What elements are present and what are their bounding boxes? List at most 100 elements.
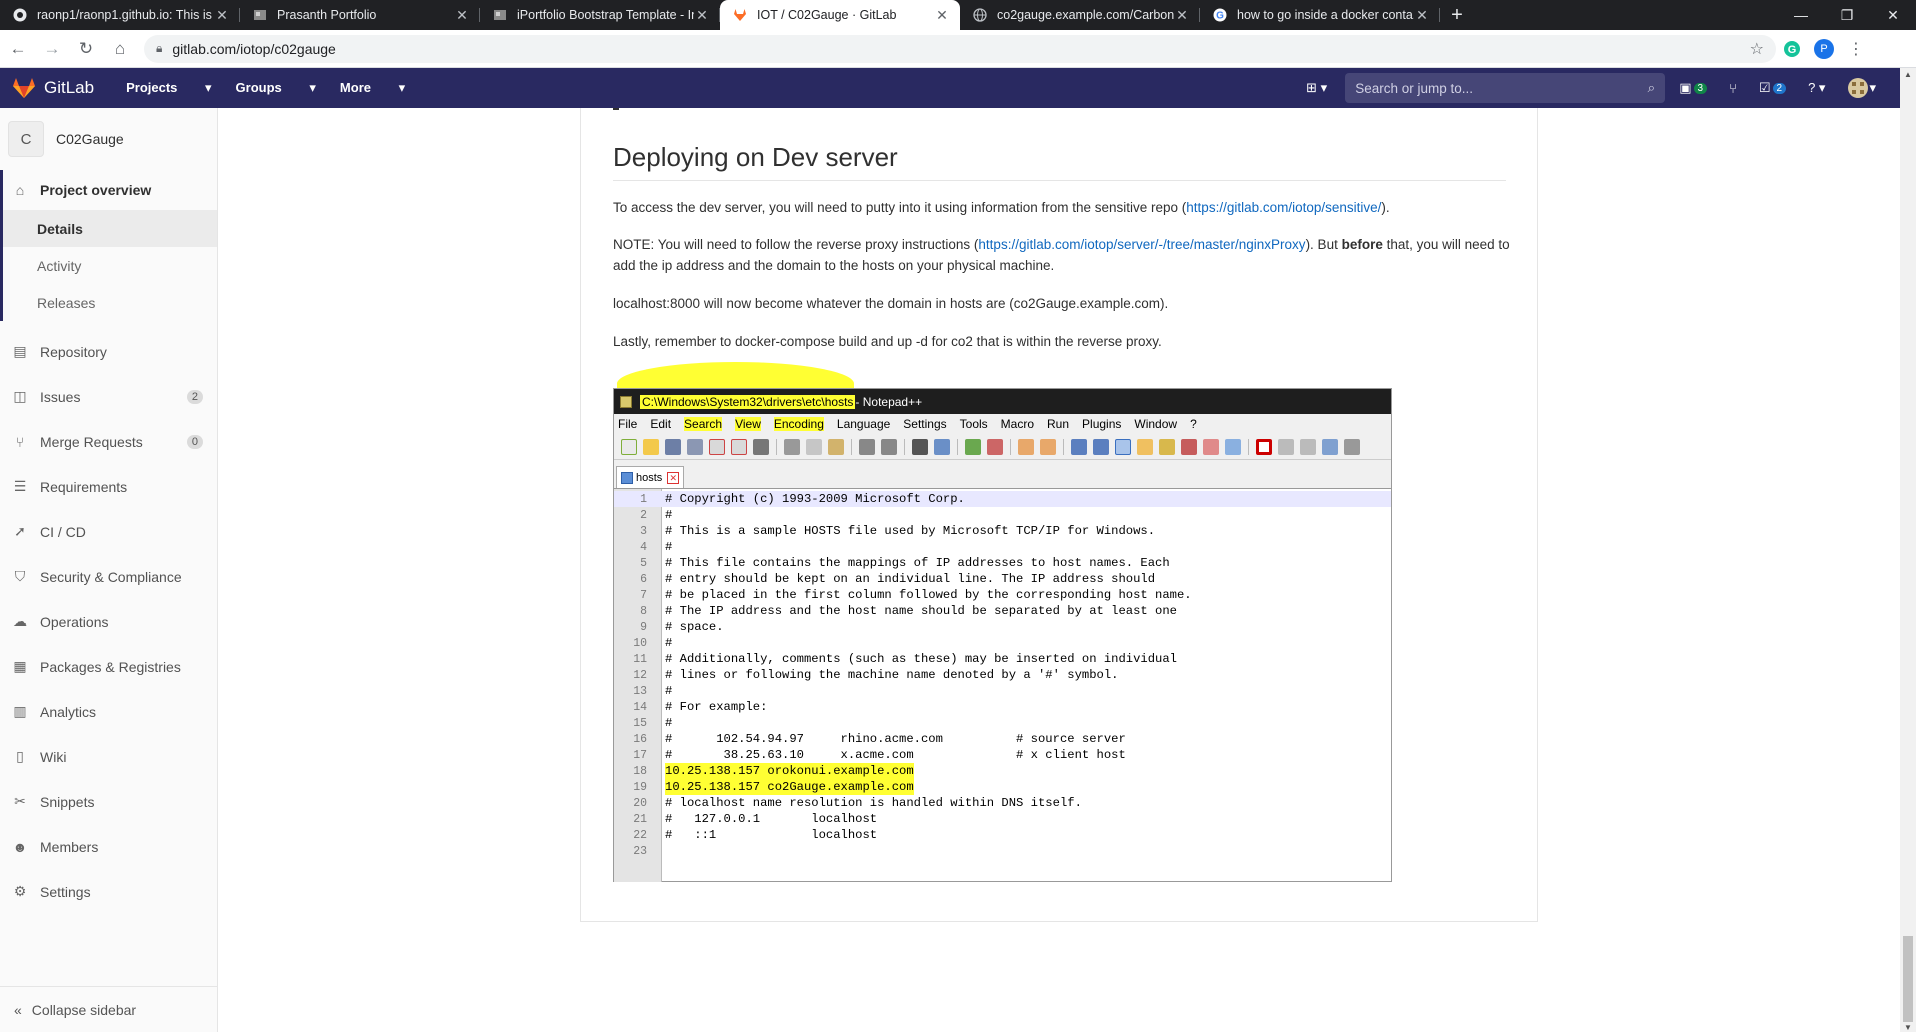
chrome-menu-icon[interactable]: ⋮ bbox=[1840, 33, 1872, 65]
chart-icon: ▥ bbox=[13, 703, 27, 719]
home-icon[interactable]: ⌂ bbox=[104, 33, 136, 65]
close-icon[interactable]: ✕ bbox=[454, 7, 470, 24]
sidebar-item-project-overview[interactable]: ⌂ Project overview bbox=[3, 170, 217, 210]
close-window-icon[interactable]: ✕ bbox=[1870, 0, 1916, 30]
minimize-icon[interactable]: — bbox=[1778, 0, 1824, 30]
bold-text: before bbox=[1341, 237, 1383, 252]
cut-icon bbox=[784, 438, 800, 455]
browser-tab[interactable]: iPortfolio Bootstrap Template - In... ✕ bbox=[480, 0, 720, 30]
sidebar-item-issues[interactable]: ◫ Issues 2 bbox=[0, 374, 217, 419]
sidebar-item-packages[interactable]: ▦ Packages & Registries bbox=[0, 644, 217, 689]
gitlab-logo[interactable]: GitLab bbox=[12, 77, 94, 99]
close-icon[interactable]: ✕ bbox=[694, 7, 710, 24]
bookmark-star-icon[interactable]: ☆ bbox=[1750, 39, 1764, 59]
sidebar-item-security[interactable]: ⛉ Security & Compliance bbox=[0, 554, 217, 599]
zoom-out-icon bbox=[987, 438, 1003, 455]
line-text: 10.25.138.157 orokonui.example.com bbox=[665, 763, 914, 779]
browser-tab-active[interactable]: IOT / C02Gauge · GitLab ✕ bbox=[720, 0, 960, 30]
word-wrap-icon bbox=[1071, 438, 1087, 455]
close-icon[interactable]: ✕ bbox=[934, 7, 950, 24]
close-icon[interactable]: ✕ bbox=[1174, 7, 1190, 24]
sidebar-item-label: Wiki bbox=[40, 748, 67, 765]
sidebar-item-wiki[interactable]: ▯ Wiki bbox=[0, 734, 217, 779]
browser-tab[interactable]: raonp1/raonp1.github.io: This is ... ✕ bbox=[0, 0, 240, 30]
user-avatar[interactable]: ▾ bbox=[1847, 77, 1876, 99]
collapse-sidebar-button[interactable]: « Collapse sidebar bbox=[0, 986, 217, 1032]
new-tab-button[interactable]: + bbox=[1440, 0, 1474, 30]
scroll-up-icon[interactable]: ▲ bbox=[1900, 70, 1916, 79]
page-scrollbar[interactable]: ▲ ▼ bbox=[1900, 68, 1916, 1032]
line-number: 11 bbox=[633, 653, 647, 666]
notepad-menu-item: Window bbox=[1134, 417, 1178, 431]
forward-icon[interactable]: → bbox=[36, 33, 68, 65]
line-number: 10 bbox=[633, 637, 647, 650]
merge-request-icon[interactable]: ⑂ bbox=[1729, 81, 1737, 96]
sidebar-item-settings[interactable]: ⚙ Settings bbox=[0, 869, 217, 914]
line-text: # For example: bbox=[665, 700, 768, 714]
scroll-down-icon[interactable]: ▼ bbox=[1900, 1023, 1916, 1032]
nginx-proxy-link[interactable]: https://gitlab.com/iotop/server/-/tree/m… bbox=[978, 237, 1305, 252]
close-tab-icon: ✕ bbox=[667, 471, 680, 484]
browser-tab[interactable]: G how to go inside a docker conta... ✕ bbox=[1200, 0, 1440, 30]
sidebar-item-members[interactable]: ☻ Members bbox=[0, 824, 217, 869]
new-item-icon[interactable]: ⊞ ▾ bbox=[1306, 80, 1327, 96]
browser-tab[interactable]: Prasanth Portfolio ✕ bbox=[240, 0, 480, 30]
sidebar-item-analytics[interactable]: ▥ Analytics bbox=[0, 689, 217, 734]
back-icon[interactable]: ← bbox=[2, 33, 34, 65]
find-icon bbox=[912, 438, 928, 455]
line-text: # ::1 localhost bbox=[665, 828, 878, 842]
line-text: # space. bbox=[665, 620, 724, 634]
sidebar-item-repository[interactable]: ▤ Repository bbox=[0, 329, 217, 374]
package-icon: ▦ bbox=[13, 658, 27, 674]
line-number: 18 bbox=[633, 765, 647, 778]
code-line: 3 # This is a sample HOSTS file used by M… bbox=[614, 523, 1391, 539]
paragraph-lastly: Lastly, remember to docker-compose build… bbox=[613, 334, 1162, 349]
grammarly-icon[interactable]: G bbox=[1776, 33, 1808, 65]
menu-projects[interactable]: Projects ▾ bbox=[126, 80, 211, 96]
line-number: 15 bbox=[633, 717, 647, 730]
reload-icon[interactable]: ↻ bbox=[70, 33, 102, 65]
notepad-menu-item: Plugins bbox=[1082, 417, 1122, 431]
sidebar-item-snippets[interactable]: ✂ Snippets bbox=[0, 779, 217, 824]
github-icon bbox=[12, 7, 28, 23]
notepad-menu-item: Run bbox=[1047, 417, 1070, 431]
line-text: # Additionally, comments (such as these)… bbox=[665, 652, 1177, 666]
sidebar-item-merge-requests[interactable]: ⑂ Merge Requests 0 bbox=[0, 419, 217, 464]
line-number: 4 bbox=[640, 541, 647, 554]
google-icon: G bbox=[1212, 7, 1228, 23]
menu-more[interactable]: More ▾ bbox=[340, 80, 405, 96]
line-text: # bbox=[665, 636, 673, 650]
address-bar[interactable]: 🔒︎ gitlab.com/iotop/c02gauge ☆ bbox=[144, 34, 1776, 63]
sidebar-subitem-activity[interactable]: Activity bbox=[3, 247, 217, 284]
close-icon[interactable]: ✕ bbox=[1414, 7, 1430, 24]
menu-groups[interactable]: Groups ▾ bbox=[236, 80, 316, 96]
notepad-file-path: C:\Windows\System32\drivers\etc\hosts bbox=[640, 394, 856, 409]
project-header[interactable]: C C02Gauge bbox=[0, 108, 217, 170]
sidebar-subitem-releases[interactable]: Releases bbox=[3, 284, 217, 321]
tab-title: iPortfolio Bootstrap Template - In... bbox=[517, 8, 694, 22]
sensitive-repo-link[interactable]: https://gitlab.com/iotop/sensitive/ bbox=[1186, 200, 1381, 215]
folder-workspace-icon bbox=[1203, 438, 1219, 455]
issues-icon[interactable]: ▣ 3 bbox=[1679, 80, 1708, 96]
sidebar-subitem-details[interactable]: Details bbox=[3, 210, 217, 247]
close-icon[interactable]: ✕ bbox=[214, 7, 230, 24]
save-all-icon bbox=[687, 438, 703, 455]
page-icon bbox=[252, 7, 268, 23]
restore-icon[interactable]: ❐ bbox=[1824, 0, 1870, 30]
sidebar-item-ci-cd[interactable]: ➚ CI / CD bbox=[0, 509, 217, 554]
search-input[interactable]: Search or jump to... ⌕ bbox=[1345, 73, 1666, 103]
sync-vertical-icon bbox=[1018, 438, 1034, 455]
requirements-icon: ☰ bbox=[13, 478, 27, 494]
sidebar-item-requirements[interactable]: ☰ Requirements bbox=[0, 464, 217, 509]
scrollbar-thumb[interactable] bbox=[1903, 936, 1913, 1022]
todos-icon[interactable]: ☑ 2 bbox=[1759, 80, 1787, 96]
toolbar-separator bbox=[957, 438, 958, 455]
sidebar-item-operations[interactable]: ☁ Operations bbox=[0, 599, 217, 644]
profile-avatar[interactable]: P bbox=[1808, 33, 1840, 65]
line-number: 7 bbox=[640, 589, 647, 602]
tab-title: Prasanth Portfolio bbox=[277, 8, 377, 22]
line-text: 10.25.138.157 co2Gauge.example.com bbox=[665, 779, 914, 795]
line-number: 19 bbox=[633, 781, 647, 794]
help-icon[interactable]: ? ▾ bbox=[1808, 80, 1825, 96]
browser-tab[interactable]: co2gauge.example.com/CarbonG... ✕ bbox=[960, 0, 1200, 30]
